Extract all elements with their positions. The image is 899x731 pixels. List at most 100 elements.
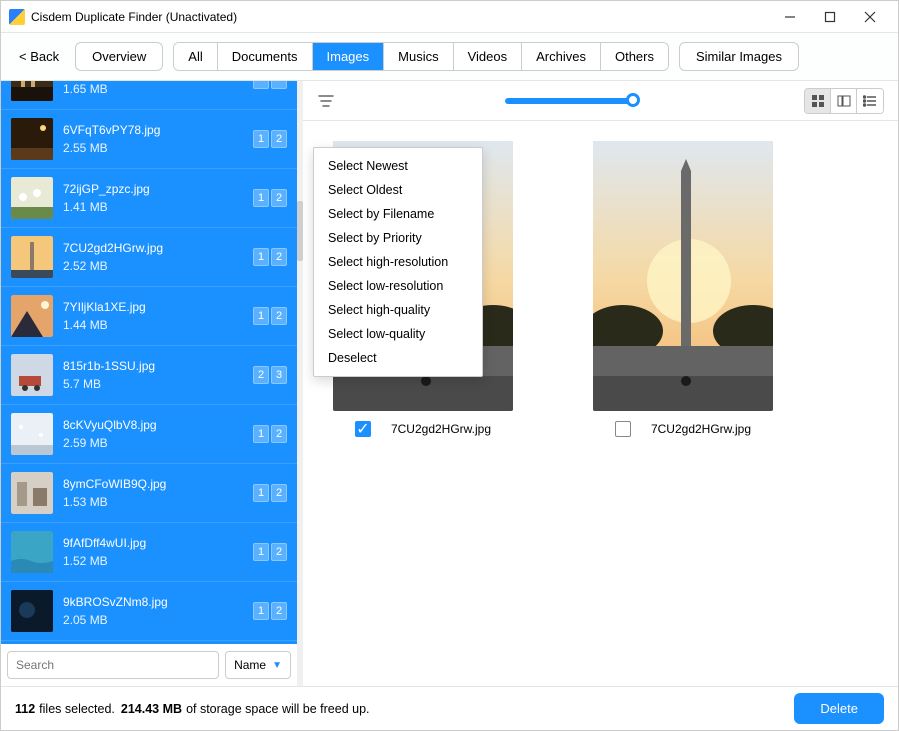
menu-item[interactable]: Select low-quality	[314, 322, 482, 346]
count-badge: 2	[271, 425, 287, 443]
slider-knob[interactable]	[626, 93, 640, 107]
file-size: 1.65 MB	[63, 82, 243, 96]
titlebar: Cisdem Duplicate Finder (Unactivated)	[1, 1, 898, 33]
file-size: 2.59 MB	[63, 436, 243, 450]
tab-images[interactable]: Images	[313, 43, 385, 70]
search-input[interactable]	[7, 651, 219, 679]
view-columns-button[interactable]	[831, 89, 857, 113]
list-item[interactable]: 72ijGP_zpzc.jpg1.41 MB12	[1, 169, 297, 228]
content-area: ✓7CU2gd2HGrw.jpg7CU2gd2HGrw.jpg Select N…	[303, 121, 898, 686]
list-item[interactable]: 9fAfDff4wUI.jpg1.52 MB12	[1, 523, 297, 582]
chevron-down-icon: ▼	[272, 660, 282, 671]
count-badge: 1	[253, 602, 269, 620]
tab-musics[interactable]: Musics	[384, 43, 453, 70]
close-button[interactable]	[850, 2, 890, 32]
view-toggle	[804, 88, 884, 114]
list-item[interactable]: 9kBROSvZNm8.jpg2.05 MB12	[1, 582, 297, 641]
count-badge: 2	[271, 543, 287, 561]
thumbnail	[11, 354, 53, 396]
sidebar: ...1.65 MB6VFqT6vPY78.jpg2.55 MB1272ijGP…	[1, 81, 297, 686]
tab-documents[interactable]: Documents	[218, 43, 313, 70]
file-size: 5.7 MB	[63, 377, 243, 391]
window-title: Cisdem Duplicate Finder (Unactivated)	[31, 10, 770, 24]
badges: 23	[253, 366, 287, 384]
count-badge: 1	[253, 307, 269, 325]
badges: 12	[253, 248, 287, 266]
selection-context-menu: Select NewestSelect OldestSelect by File…	[313, 147, 483, 377]
main-panel: ✓7CU2gd2HGrw.jpg7CU2gd2HGrw.jpg Select N…	[303, 81, 898, 686]
status-size-suffix: of storage space will be freed up.	[186, 702, 369, 716]
list-item[interactable]: 8cKVyuQlbV8.jpg2.59 MB12	[1, 405, 297, 464]
menu-item[interactable]: Select Newest	[314, 154, 482, 178]
thumbnail	[11, 81, 53, 101]
count-badge: 2	[271, 248, 287, 266]
minimize-button[interactable]	[770, 2, 810, 32]
app-icon	[9, 9, 25, 25]
preview-checkbox[interactable]: ✓	[355, 421, 371, 437]
back-button[interactable]: < Back	[13, 45, 65, 68]
badges: 12	[253, 425, 287, 443]
thumbnail	[11, 295, 53, 337]
thumbnail	[11, 236, 53, 278]
similar-images-button[interactable]: Similar Images	[679, 42, 799, 71]
sidebar-footer: Name ▼	[1, 644, 297, 686]
badges: 12	[253, 307, 287, 325]
file-size: 1.53 MB	[63, 495, 243, 509]
tab-videos[interactable]: Videos	[454, 43, 523, 70]
count-badge: 2	[271, 602, 287, 620]
preview-item: 7CU2gd2HGrw.jpg	[593, 141, 773, 437]
main-toolbar	[303, 81, 898, 121]
status-bar: 112 files selected. 214.43 MB of storage…	[1, 686, 898, 730]
menu-item[interactable]: Deselect	[314, 346, 482, 370]
menu-item[interactable]: Select high-resolution	[314, 250, 482, 274]
thumbnail	[11, 118, 53, 160]
selection-menu-icon[interactable]	[317, 92, 335, 110]
list-item[interactable]: ...1.65 MB	[1, 81, 297, 110]
menu-item[interactable]: Select high-quality	[314, 298, 482, 322]
file-name: 6VFqT6vPY78.jpg	[63, 123, 243, 137]
list-item[interactable]: 815r1b-1SSU.jpg5.7 MB23	[1, 346, 297, 405]
thumbnail	[11, 531, 53, 573]
count-badge: 2	[271, 484, 287, 502]
list-item[interactable]: 8ymCFoWIB9Q.jpg1.53 MB12	[1, 464, 297, 523]
file-name: 7YIljKla1XE.jpg	[63, 300, 243, 314]
count-badge: 2	[271, 307, 287, 325]
view-grid-button[interactable]	[805, 89, 831, 113]
menu-item[interactable]: Select Oldest	[314, 178, 482, 202]
sort-dropdown[interactable]: Name ▼	[225, 651, 291, 679]
count-badge: 1	[253, 189, 269, 207]
preview-checkbox[interactable]	[615, 421, 631, 437]
thumbnail	[11, 413, 53, 455]
tab-others[interactable]: Others	[601, 43, 668, 70]
file-size: 2.05 MB	[63, 613, 243, 627]
delete-button[interactable]: Delete	[794, 693, 884, 724]
count-badge: 2	[253, 366, 269, 384]
toolbar: < Back Overview AllDocumentsImagesMusics…	[1, 33, 898, 81]
count-badge: 3	[271, 366, 287, 384]
maximize-button[interactable]	[810, 2, 850, 32]
preview-image[interactable]	[593, 141, 773, 411]
badges: 12	[253, 189, 287, 207]
badges	[253, 81, 287, 89]
list-item[interactable]: 7YIljKla1XE.jpg1.44 MB12	[1, 287, 297, 346]
tab-archives[interactable]: Archives	[522, 43, 601, 70]
badges: 12	[253, 602, 287, 620]
menu-item[interactable]: Select by Filename	[314, 202, 482, 226]
file-name: 7CU2gd2HGrw.jpg	[63, 241, 243, 255]
list-item[interactable]: 7CU2gd2HGrw.jpg 2.52 MB 12	[1, 228, 297, 287]
thumbnail	[11, 472, 53, 514]
badges: 12	[253, 130, 287, 148]
thumbnail	[11, 590, 53, 632]
badges: 12	[253, 543, 287, 561]
zoom-slider[interactable]	[505, 98, 635, 104]
count-badge: 1	[253, 484, 269, 502]
category-tabs: AllDocumentsImagesMusicsVideosArchivesOt…	[173, 42, 669, 71]
list-item[interactable]: 6VFqT6vPY78.jpg2.55 MB12	[1, 110, 297, 169]
menu-item[interactable]: Select by Priority	[314, 226, 482, 250]
file-size: 2.52 MB	[63, 259, 243, 273]
overview-button[interactable]: Overview	[75, 42, 163, 71]
view-list-button[interactable]	[857, 89, 883, 113]
status-count-suffix: files selected.	[39, 702, 115, 716]
menu-item[interactable]: Select low-resolution	[314, 274, 482, 298]
tab-all[interactable]: All	[174, 43, 217, 70]
